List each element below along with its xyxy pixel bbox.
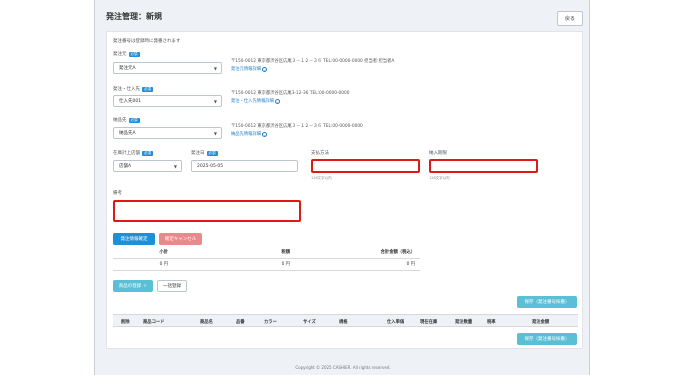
vendor-select[interactable]: 仕入先001 ▼ bbox=[113, 95, 222, 107]
required-badge: 必須 bbox=[142, 150, 153, 156]
delivery-detail-link[interactable]: 納品先情報詳細 ⌄ bbox=[231, 131, 268, 137]
summary-header-subtotal: 小計 bbox=[113, 247, 173, 259]
required-badge: 必須 bbox=[128, 51, 140, 57]
payment-hint: 128文字以内 bbox=[311, 176, 332, 180]
supplier-address: 〒150-0012 東京都渋谷区広尾３－１２－３６ TEL:00-0000-00… bbox=[231, 59, 395, 64]
summary-header-row: 小計 税額 合計金額（税込） bbox=[113, 247, 420, 259]
order-date-label-text: 発注日 bbox=[191, 151, 205, 156]
vendor-select-value: 仕入先001 bbox=[119, 99, 142, 104]
col-spec: 規格 bbox=[339, 320, 348, 325]
supplier-select-value: 発注元A bbox=[119, 66, 136, 71]
store-select[interactable]: 店舗A ▼ bbox=[113, 160, 182, 172]
order-date-label: 発注日 必須 bbox=[191, 150, 218, 156]
app-frame: 発注管理：新規 戻る 発注番号は登録時に発番されます 発注元 必須 発注元A ▼… bbox=[94, 0, 590, 375]
col-item-number: 品番 bbox=[236, 320, 245, 325]
delivery-period-hint: 128文字以内 bbox=[429, 176, 450, 180]
col-order-qty: 発注数量 bbox=[455, 320, 473, 325]
required-badge: 必須 bbox=[128, 117, 140, 123]
store-label: 在庫計上店舗 必須 bbox=[113, 150, 153, 156]
supplier-detail-link-text: 発注元情報詳細 bbox=[231, 67, 262, 72]
remarks-textarea[interactable] bbox=[113, 200, 301, 222]
order-form-card: 発注番号は登録時に発番されます 発注元 必須 発注元A ▼ 〒150-0012 … bbox=[106, 31, 583, 349]
required-badge: 必須 bbox=[142, 86, 153, 92]
delivery-address: 〒150-0012 東京都渋谷区広尾３－１２－３６ TEL:00-0000-00… bbox=[231, 124, 363, 129]
summary-value-row: 0 円 0 円 0 円 bbox=[113, 258, 420, 271]
store-select-value: 店舗A bbox=[119, 164, 132, 169]
supplier-select[interactable]: 発注元A ▼ bbox=[113, 62, 222, 74]
col-order-amount: 発注金額 bbox=[532, 320, 550, 325]
delivery-period-label-text: 納入期限 bbox=[429, 151, 447, 156]
chevron-down-icon: ▼ bbox=[213, 99, 217, 104]
summary-table: 小計 税額 合計金額（税込） 0 円 0 円 0 円 bbox=[113, 247, 420, 271]
delivery-label: 納品先 必須 bbox=[113, 117, 140, 123]
summary-subtotal: 0 円 bbox=[113, 258, 173, 271]
bulk-register-button[interactable]: 一括登録 bbox=[157, 280, 187, 292]
cancel-confirm-button[interactable]: 確定キャンセル bbox=[159, 233, 202, 245]
col-product-name: 商品名 bbox=[200, 320, 213, 325]
supplier-label-text: 発注元 bbox=[113, 52, 127, 57]
col-color: カラー bbox=[264, 320, 277, 325]
col-delete: 削除 bbox=[121, 320, 130, 325]
chevron-down-icon: ▼ bbox=[213, 131, 217, 136]
supplier-detail-link[interactable]: 発注元情報詳細 ⌄ bbox=[231, 66, 268, 72]
save-top-button[interactable]: 保存（発注番号採番） bbox=[517, 296, 577, 308]
save-bottom-button[interactable]: 保存（発注番号採番） bbox=[517, 333, 577, 345]
chevron-circle-icon: ⌄ bbox=[274, 98, 280, 104]
chevron-circle-icon: ⌄ bbox=[262, 66, 268, 72]
remarks-label-text: 備考 bbox=[113, 191, 122, 196]
payment-label-text: 支払方法 bbox=[311, 151, 329, 156]
back-button[interactable]: 戻る bbox=[557, 11, 583, 26]
order-number-notice: 発注番号は登録時に発番されます bbox=[113, 39, 181, 44]
delivery-select[interactable]: 納品先A ▼ bbox=[113, 127, 222, 139]
page-title: 発注管理：新規 bbox=[106, 12, 162, 21]
required-badge: 必須 bbox=[206, 150, 218, 156]
store-label-text: 在庫計上店舗 bbox=[113, 151, 140, 156]
summary-header-total: 合計金額（税込） bbox=[295, 247, 420, 259]
delivery-period-input[interactable] bbox=[429, 159, 538, 173]
add-product-button[interactable]: 商品の登録 ＋ bbox=[113, 280, 153, 292]
delivery-detail-link-text: 納品先情報詳細 bbox=[231, 132, 262, 137]
confirm-order-button[interactable]: 発注情報確定 bbox=[113, 233, 155, 245]
vendor-detail-link[interactable]: 発注・仕入先情報詳細 ⌄ bbox=[231, 98, 280, 104]
payment-label: 支払方法 bbox=[311, 150, 329, 156]
col-size: サイズ bbox=[303, 320, 316, 325]
summary-header-tax: 税額 bbox=[173, 247, 295, 259]
col-tax-rate: 税率 bbox=[487, 320, 496, 325]
order-date-input[interactable]: 2025-05-05 bbox=[191, 160, 298, 172]
chevron-circle-icon: ⌄ bbox=[262, 131, 268, 137]
supplier-label: 発注元 必須 bbox=[113, 51, 140, 57]
chevron-down-icon: ▼ bbox=[173, 164, 177, 169]
col-unit-cost: 仕入単価 bbox=[387, 320, 405, 325]
summary-tax: 0 円 bbox=[173, 258, 295, 271]
vendor-address: 〒150-0012 東京都渋谷区広尾3-12-36 TEL:00-0000-00… bbox=[231, 91, 350, 96]
items-table-header: 削除 商品コード 商品名 品番 カラー サイズ 規格 仕入単価 現在在庫 発注数… bbox=[113, 314, 578, 327]
delivery-select-value: 納品先A bbox=[119, 131, 136, 136]
col-product-code: 商品コード bbox=[143, 320, 165, 325]
summary-total: 0 円 bbox=[295, 258, 420, 271]
chevron-down-icon: ▼ bbox=[213, 66, 217, 71]
payment-input[interactable] bbox=[311, 159, 420, 173]
delivery-period-label: 納入期限 bbox=[429, 150, 447, 156]
remarks-label: 備考 bbox=[113, 190, 122, 196]
vendor-label-text: 発注・仕入先 bbox=[113, 87, 140, 92]
vendor-label: 発注・仕入先 必須 bbox=[113, 86, 153, 92]
delivery-label-text: 納品先 bbox=[113, 118, 127, 123]
col-current-stock: 現在在庫 bbox=[420, 320, 438, 325]
vendor-detail-link-text: 発注・仕入先情報詳細 bbox=[231, 99, 274, 104]
footer-copyright: Copyright © 2025 CASHIER. All rights res… bbox=[295, 365, 391, 370]
